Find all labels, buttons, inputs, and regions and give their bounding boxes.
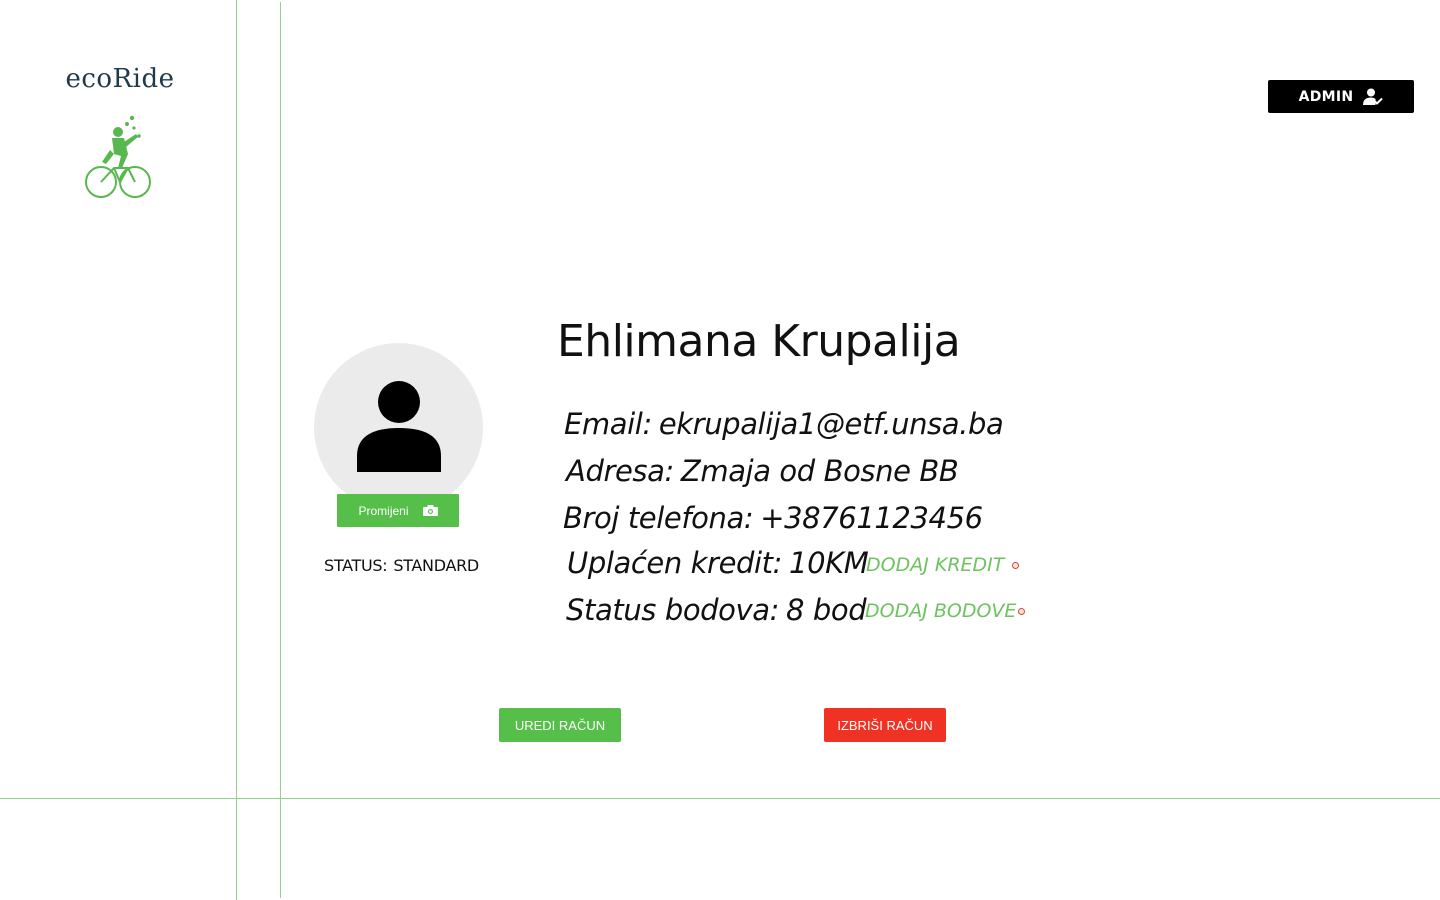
add-points-indicator-icon bbox=[1018, 608, 1025, 615]
edit-account-button[interactable]: UREDI RAČUN bbox=[499, 708, 621, 742]
points-value: 8 bod bbox=[786, 593, 867, 627]
camera-icon bbox=[422, 505, 438, 516]
add-points-link[interactable]: DODAJ BODOVE bbox=[865, 600, 1016, 622]
brand-name: ecoRide bbox=[65, 64, 175, 94]
add-credit-link[interactable]: DODAJ KREDIT bbox=[866, 554, 1004, 576]
user-silhouette-icon bbox=[357, 381, 441, 472]
status-label: STATUS: bbox=[324, 556, 388, 575]
brand[interactable]: ecoRide bbox=[62, 64, 178, 198]
address-row: Adresa: Zmaja od Bosne BB bbox=[566, 454, 959, 488]
email-value: ekrupalija1@etf.unsa.ba bbox=[658, 407, 1004, 441]
change-photo-label: Promijeni bbox=[358, 503, 409, 518]
admin-button[interactable]: ADMIN bbox=[1268, 80, 1414, 113]
footer-divider bbox=[0, 798, 1440, 799]
change-photo-button[interactable]: Promijeni bbox=[337, 494, 459, 527]
cyclist-logo-icon bbox=[85, 115, 151, 198]
admin-label: ADMIN bbox=[1298, 88, 1354, 105]
address-label: Adresa: bbox=[566, 454, 674, 488]
content-divider bbox=[280, 2, 281, 898]
user-full-name: Ehlimana Krupalija bbox=[557, 316, 961, 367]
points-row: Status bodova: 8 bod bbox=[566, 593, 867, 627]
status-value: STANDARD bbox=[393, 556, 479, 575]
credit-label: Uplaćen kredit: bbox=[567, 546, 783, 580]
sidebar-divider bbox=[236, 0, 237, 900]
credit-row: Uplaćen kredit: 10KM bbox=[567, 546, 869, 580]
user-check-icon bbox=[1363, 88, 1384, 105]
add-credit-indicator-icon bbox=[1012, 562, 1019, 569]
status-line: STATUS: STANDARD bbox=[324, 556, 485, 575]
points-label: Status bodova: bbox=[566, 593, 780, 627]
avatar bbox=[314, 343, 483, 512]
address-value: Zmaja od Bosne BB bbox=[680, 454, 959, 488]
phone-value: +38761123456 bbox=[760, 501, 983, 535]
phone-row: Broj telefona: +38761123456 bbox=[563, 501, 983, 535]
email-label: Email: bbox=[564, 407, 652, 441]
phone-label: Broj telefona: bbox=[563, 501, 754, 535]
email-row: Email: ekrupalija1@etf.unsa.ba bbox=[564, 407, 1004, 441]
delete-account-button[interactable]: IZBRIŠI RAČUN bbox=[824, 708, 946, 742]
credit-value: 10KM bbox=[789, 546, 869, 580]
